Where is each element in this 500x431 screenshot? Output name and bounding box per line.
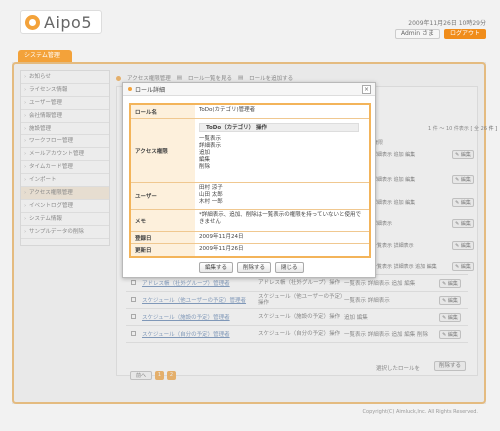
user-name: 山田 太郎 bbox=[199, 192, 223, 198]
role-name-row: ロール名 ToDo(カテゴリ)管理者 bbox=[131, 105, 369, 119]
access-op: 編集 bbox=[199, 157, 211, 163]
access-label: アクセス権限 bbox=[131, 119, 195, 182]
header-datetime: 2009年11月26日 10時29分 bbox=[408, 20, 486, 27]
role-name-label: ロール名 bbox=[131, 105, 195, 118]
memo-row: メモ *詳細表示、追加、削除は一覧表示の権限を持っていないと使用できません bbox=[131, 210, 369, 232]
user-menu-button[interactable]: Admin さま bbox=[394, 29, 440, 39]
created-row: 登録日 2009年11月24日 bbox=[131, 232, 369, 244]
role-detail-dialog: ロール詳細 × ロール名 ToDo(カテゴリ)管理者 アクセス権限 ToDo（カ… bbox=[122, 82, 376, 278]
logout-button[interactable]: ログアウト bbox=[443, 29, 486, 39]
dialog-title: ロール詳細 bbox=[135, 86, 166, 94]
users-row: ユーザー 田村 涼子 山田 太郎 木村 一郎 bbox=[131, 183, 369, 210]
memo-label: メモ bbox=[131, 210, 195, 231]
delete-role-button[interactable]: 削除する bbox=[237, 262, 272, 273]
dialog-title-icon bbox=[128, 87, 132, 91]
app-logo: Aipo5 bbox=[20, 10, 102, 34]
access-row: アクセス権限 ToDo（カテゴリ） 操作 一覧表示 詳細表示 追加 編集 削除 bbox=[131, 119, 369, 183]
close-dialog-button[interactable]: 閉じる bbox=[275, 262, 304, 273]
updated-value: 2009年11月26日 bbox=[199, 246, 244, 252]
updated-label: 更新日 bbox=[131, 244, 195, 256]
created-label: 登録日 bbox=[131, 232, 195, 243]
copyright: Copyright(C) Aimluck,Inc. All Rights Res… bbox=[362, 409, 478, 415]
user-name: 木村 一郎 bbox=[199, 199, 223, 205]
access-op: 一覧表示 bbox=[199, 136, 222, 142]
access-value: ToDo（カテゴリ） 操作 一覧表示 詳細表示 追加 編集 削除 bbox=[195, 119, 369, 182]
created-value: 2009年11月24日 bbox=[199, 234, 244, 240]
access-op: 詳細表示 bbox=[199, 143, 222, 149]
updated-row: 更新日 2009年11月26日 bbox=[131, 244, 369, 256]
close-icon[interactable]: × bbox=[362, 85, 371, 94]
logo-text: Aipo5 bbox=[44, 12, 93, 32]
memo-value: *詳細表示、追加、削除は一覧表示の権限を持っていないと使用できません bbox=[199, 212, 361, 225]
access-op: 追加 bbox=[199, 150, 211, 156]
aipo-logo-icon bbox=[25, 14, 40, 30]
user-name: 田村 涼子 bbox=[199, 185, 223, 191]
role-detail-table: ロール名 ToDo(カテゴリ)管理者 アクセス権限 ToDo（カテゴリ） 操作 … bbox=[129, 103, 371, 258]
dialog-title-bar: ロール詳細 bbox=[123, 83, 375, 96]
access-category-header: ToDo（カテゴリ） 操作 bbox=[199, 123, 359, 132]
dialog-actions: 編集する 削除する 閉じる bbox=[199, 262, 304, 273]
tab-system-admin[interactable]: システム管理 bbox=[18, 50, 72, 62]
users-label: ユーザー bbox=[131, 183, 195, 209]
access-op: 削除 bbox=[199, 164, 211, 170]
role-name-value: ToDo(カテゴリ)管理者 bbox=[199, 107, 256, 113]
users-value: 田村 涼子 山田 太郎 木村 一郎 bbox=[195, 183, 369, 209]
edit-role-button[interactable]: 編集する bbox=[199, 262, 234, 273]
